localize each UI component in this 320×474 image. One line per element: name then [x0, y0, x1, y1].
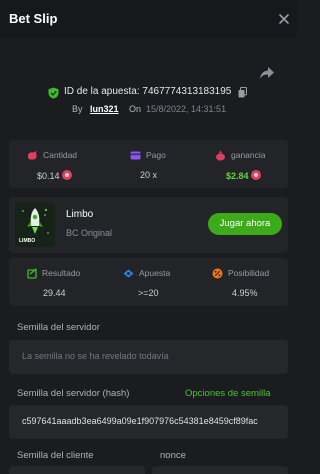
coin-icon	[61, 170, 72, 180]
share-icon[interactable]	[259, 66, 275, 80]
client-seed-label: Semilla del cliente	[17, 450, 94, 461]
chance-icon	[212, 268, 223, 279]
stat-label: Apuesta	[139, 268, 171, 278]
stat-label: ganancia	[231, 150, 266, 160]
bet-summary-card: Cantidad $0.14 Pago 20 x ganancia $2.84	[9, 140, 288, 188]
bet-icon	[123, 269, 134, 278]
stat-label: Resultado	[42, 268, 81, 278]
stat-value: 29.44	[43, 288, 66, 298]
game-provider: BC Original	[66, 228, 113, 238]
shield-check-icon	[48, 87, 59, 99]
server-seed-label: Semilla del servidor	[17, 322, 100, 333]
stat-value: 4.95%	[232, 288, 258, 298]
bet-id-text: ID de la apuesta: 7467774313183195	[64, 86, 232, 97]
stat-value: $2.84	[226, 170, 261, 181]
client-seed-field[interactable]	[9, 466, 145, 474]
stat-value: 20 x	[140, 170, 158, 180]
server-seed-hash-label: Semilla del servidor (hash)	[17, 388, 130, 399]
stat-label: Cantidad	[43, 150, 78, 160]
stat-amount: Cantidad $0.14	[9, 140, 102, 188]
stat-label: Posibilidad	[228, 268, 270, 278]
bet-meta-row: By lun321 On 15/8/2022, 14:31:51	[0, 104, 297, 118]
user-link[interactable]: lun321	[90, 104, 119, 114]
payout-icon	[130, 151, 141, 160]
copy-icon[interactable]	[238, 87, 247, 98]
server-seed-hash-field[interactable]: c597641aaadb3ea6499a09e1f907976c54381e84…	[9, 405, 288, 439]
game-card: LIMBO Limbo BC Original Jugar ahora	[9, 197, 288, 253]
stat-result: Resultado 29.44	[9, 258, 102, 306]
profit-icon	[216, 150, 225, 161]
by-label: By	[72, 104, 83, 114]
stat-profit: ganancia $2.84	[195, 140, 288, 188]
bet-result-card: Resultado 29.44 Apuesta >=20 Posibilidad…	[9, 258, 288, 306]
game-name: Limbo	[66, 209, 94, 220]
profit-value: $2.84	[226, 171, 249, 181]
play-now-button[interactable]: Jugar ahora	[208, 213, 282, 235]
nonce-field[interactable]	[152, 466, 288, 474]
amount-icon	[28, 151, 37, 160]
amount-value: $0.14	[37, 171, 60, 181]
game-thumb-text: LIMBO	[19, 238, 36, 244]
bet-date: 15/8/2022, 14:31:51	[146, 104, 227, 114]
server-seed-field[interactable]: La semilla no se ha revelado todavía	[9, 340, 288, 374]
game-thumbnail[interactable]: LIMBO	[15, 203, 55, 247]
nonce-label: nonce	[160, 450, 186, 461]
seed-options-link[interactable]: Opciones de semilla	[185, 388, 271, 399]
stat-value: >=20	[138, 288, 159, 298]
close-icon[interactable]	[277, 12, 291, 26]
bet-id-row: ID de la apuesta: 7467774313183195	[0, 86, 297, 100]
stat-value: $0.14	[37, 170, 72, 181]
stat-label: Pago	[146, 150, 166, 160]
result-icon	[27, 268, 37, 279]
bet-slip-header: Bet Slip	[0, 0, 297, 38]
coin-icon	[250, 170, 261, 180]
stat-chance: Posibilidad 4.95%	[195, 258, 288, 306]
bet-slip-title: Bet Slip	[9, 11, 58, 26]
on-label: On	[129, 104, 142, 114]
stat-payout: Pago 20 x	[102, 140, 195, 188]
stat-bet: Apuesta >=20	[102, 258, 195, 306]
